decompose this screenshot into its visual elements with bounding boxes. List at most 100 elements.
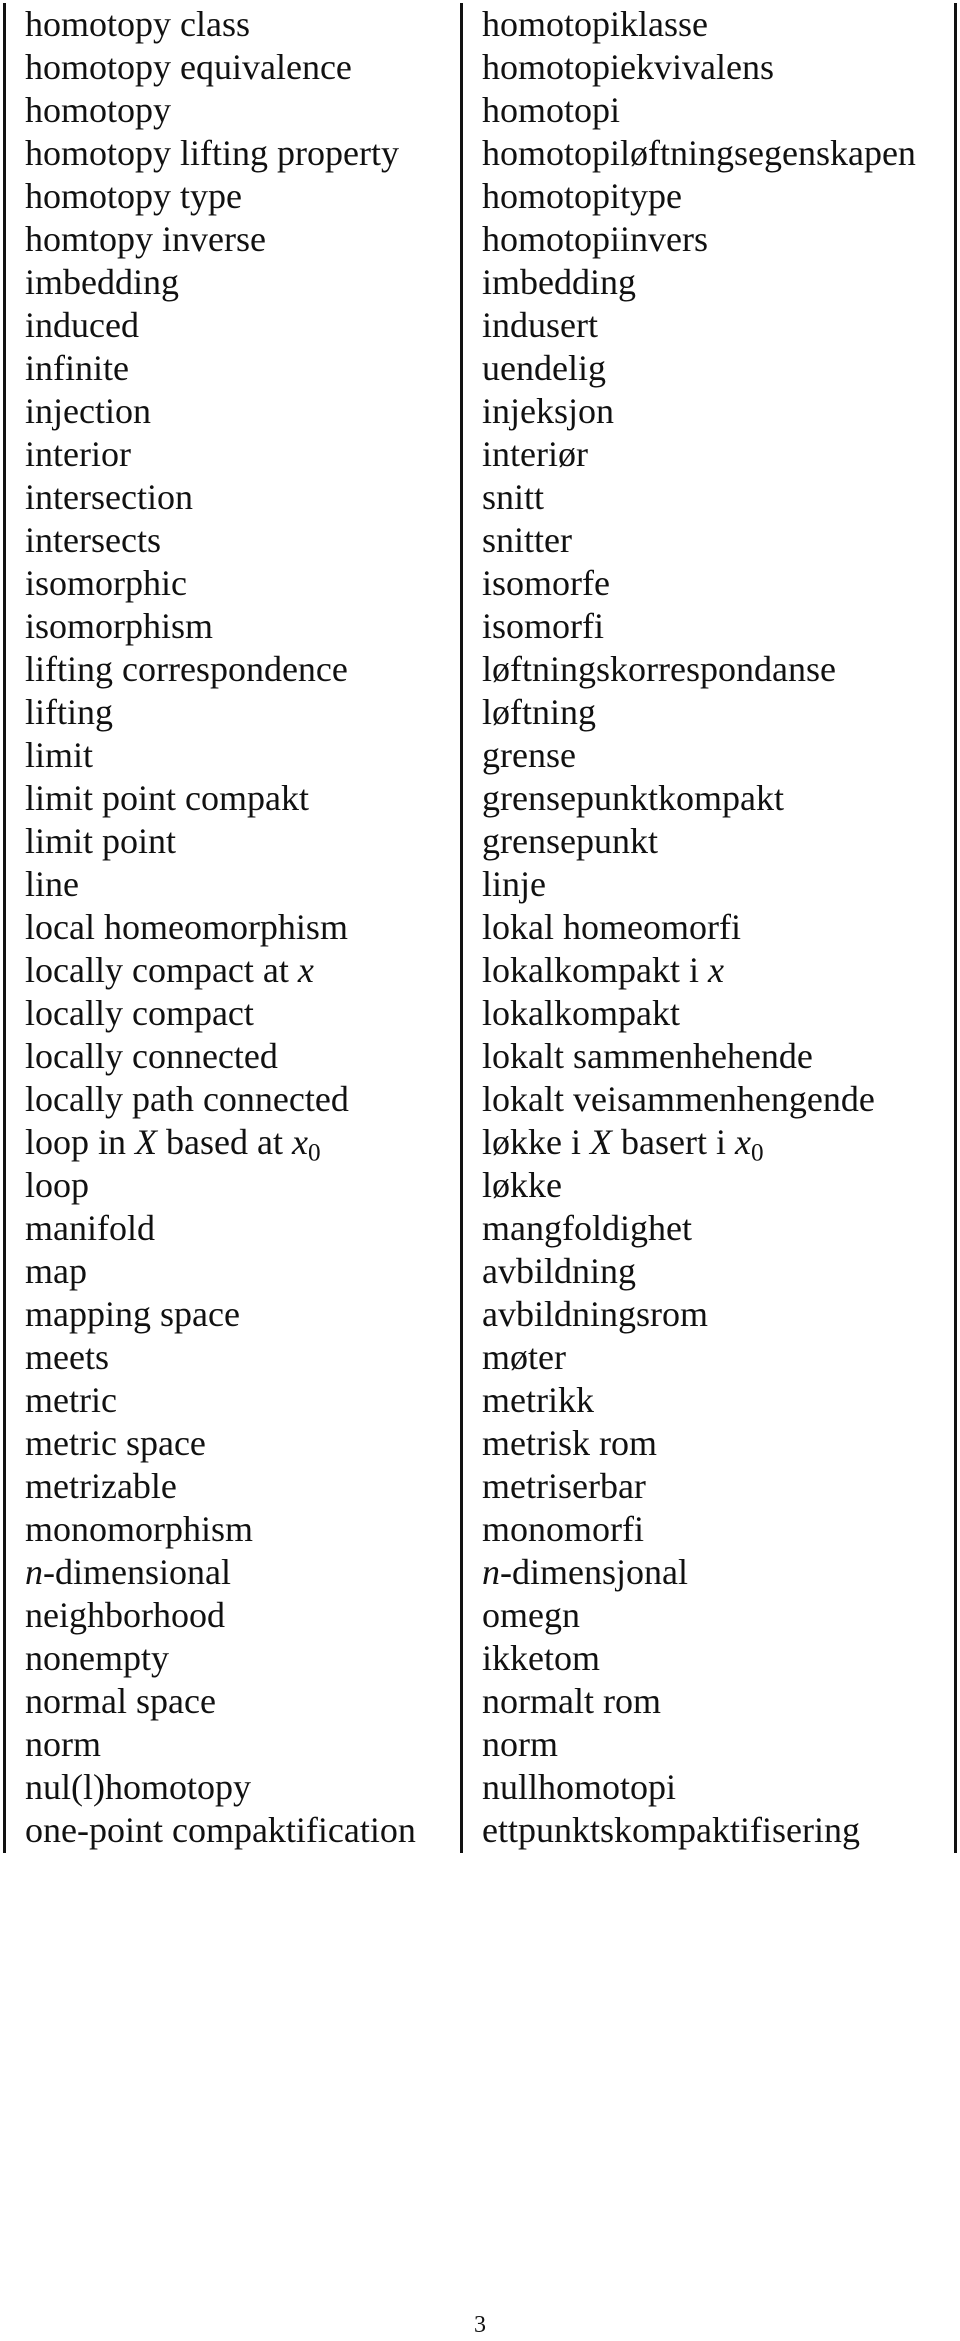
norwegian-term: metrisk rom xyxy=(461,1422,957,1465)
glossary-row: infinite uendelig xyxy=(3,347,957,390)
glossary-row: intersection snitt xyxy=(3,476,957,519)
term-text: loop in xyxy=(25,1122,136,1162)
glossary-row: limit grense xyxy=(3,734,957,777)
glossary-row: isomorphic isomorfe xyxy=(3,562,957,605)
norwegian-term: grensepunktkompakt xyxy=(461,777,957,820)
english-term: homtopy inverse xyxy=(3,218,463,261)
glossary-row: homotopy class homotopiklasse xyxy=(3,3,957,46)
norwegian-term: homotopiinvers xyxy=(461,218,957,261)
term-text: lokalkompakt i xyxy=(482,950,708,990)
glossary-row: locally compact at x lokalkompakt i x xyxy=(3,949,957,992)
glossary-table: homotopy class homotopiklasse homotopy equ… xyxy=(3,3,957,1853)
english-term: n-dimensional xyxy=(3,1551,463,1594)
glossary-row: manifold mangfoldighet xyxy=(3,1207,957,1250)
norwegian-term: homotopiløftningsegenskapen xyxy=(461,132,957,175)
page-number: 3 xyxy=(474,2312,486,2338)
norwegian-term: lokalt veisammenhengende xyxy=(461,1078,957,1121)
glossary-row: metric metrikk xyxy=(3,1379,957,1422)
english-term: nonempty xyxy=(3,1637,463,1680)
norwegian-term: ettpunktskompaktifisering xyxy=(461,1809,957,1853)
english-term: locally compact xyxy=(3,992,463,1035)
english-term: normal space xyxy=(3,1680,463,1723)
norwegian-term: interiør xyxy=(461,433,957,476)
english-term: homotopy class xyxy=(3,3,463,46)
english-term: norm xyxy=(3,1723,463,1766)
norwegian-term: n-dimensjonal xyxy=(461,1551,957,1594)
english-term: loop xyxy=(3,1164,463,1207)
math-symbol: n xyxy=(25,1552,43,1592)
english-term: limit point xyxy=(3,820,463,863)
english-term: intersects xyxy=(3,519,463,562)
english-term: locally connected xyxy=(3,1035,463,1078)
glossary-row: norm norm xyxy=(3,1723,957,1766)
norwegian-term: lokal homeomorfi xyxy=(461,906,957,949)
glossary-row: loop løkke xyxy=(3,1164,957,1207)
norwegian-term: mangfoldighet xyxy=(461,1207,957,1250)
glossary-row: isomorphism isomorfi xyxy=(3,605,957,648)
term-text: løkke i xyxy=(482,1122,590,1162)
english-term: induced xyxy=(3,304,463,347)
english-term: line xyxy=(3,863,463,906)
norwegian-term: indusert xyxy=(461,304,957,347)
glossary-row: nonempty ikketom xyxy=(3,1637,957,1680)
norwegian-term: avbildningsrom xyxy=(461,1293,957,1336)
norwegian-term: isomorfi xyxy=(461,605,957,648)
english-term: homotopy type xyxy=(3,175,463,218)
glossary-row: map avbildning xyxy=(3,1250,957,1293)
glossary-row: limit point grensepunkt xyxy=(3,820,957,863)
norwegian-term: løkke i X basert i x0 xyxy=(461,1121,957,1164)
english-term: isomorphism xyxy=(3,605,463,648)
glossary-row: meets møter xyxy=(3,1336,957,1379)
math-symbol: x xyxy=(291,1122,308,1162)
term-text: -dimensjonal xyxy=(500,1552,688,1592)
english-term: homotopy xyxy=(3,89,463,132)
norwegian-term: møter xyxy=(461,1336,957,1379)
english-term: local homeomorphism xyxy=(3,906,463,949)
math-symbol: X xyxy=(589,1122,612,1162)
english-term: locally path connected xyxy=(3,1078,463,1121)
term-text: locally compact at xyxy=(25,950,298,990)
glossary-row: intersects snitter xyxy=(3,519,957,562)
english-term: limit xyxy=(3,734,463,777)
norwegian-term: uendelig xyxy=(461,347,957,390)
glossary-row: interior interiør xyxy=(3,433,957,476)
norwegian-term: omegn xyxy=(461,1594,957,1637)
norwegian-term: løkke xyxy=(461,1164,957,1207)
norwegian-term: grensepunkt xyxy=(461,820,957,863)
glossary-row: locally connected lokalt sammenhehende xyxy=(3,1035,957,1078)
norwegian-term: snitter xyxy=(461,519,957,562)
glossary-row: homtopy inverse homotopiinvers xyxy=(3,218,957,261)
norwegian-term: nullhomotopi xyxy=(461,1766,957,1809)
norwegian-term: metriserbar xyxy=(461,1465,957,1508)
norwegian-term: homotopiekvivalens xyxy=(461,46,957,89)
english-term: homotopy lifting property xyxy=(3,132,463,175)
english-term: metric xyxy=(3,1379,463,1422)
glossary-row: mapping space avbildningsrom xyxy=(3,1293,957,1336)
norwegian-term: homotopiklasse xyxy=(461,3,957,46)
glossary-row: metrizable metriserbar xyxy=(3,1465,957,1508)
math-symbol: x xyxy=(297,950,314,990)
english-term: infinite xyxy=(3,347,463,390)
glossary-row: induced indusert xyxy=(3,304,957,347)
norwegian-term: snitt xyxy=(461,476,957,519)
english-term: meets xyxy=(3,1336,463,1379)
glossary-row: n-dimensional n-dimensjonal xyxy=(3,1551,957,1594)
english-term: one-point compaktification xyxy=(3,1809,463,1853)
english-term: neighborhood xyxy=(3,1594,463,1637)
term-text: -dimensional xyxy=(43,1552,231,1592)
english-term: interior xyxy=(3,433,463,476)
term-text: based at xyxy=(157,1122,292,1162)
glossary-row: homotopy equivalence homotopiekvivalens xyxy=(3,46,957,89)
glossary-row: homotopy type homotopitype xyxy=(3,175,957,218)
english-term: lifting correspondence xyxy=(3,648,463,691)
math-symbol: x xyxy=(734,1122,751,1162)
glossary-row: local homeomorphism lokal homeomorfi xyxy=(3,906,957,949)
norwegian-term: isomorfe xyxy=(461,562,957,605)
english-term: metrizable xyxy=(3,1465,463,1508)
english-term: nul(l)homotopy xyxy=(3,1766,463,1809)
english-term: map xyxy=(3,1250,463,1293)
norwegian-term: normalt rom xyxy=(461,1680,957,1723)
english-term: imbedding xyxy=(3,261,463,304)
glossary-row: metric space metrisk rom xyxy=(3,1422,957,1465)
glossary-body: homotopy class homotopiklasse homotopy equ… xyxy=(3,3,957,1853)
